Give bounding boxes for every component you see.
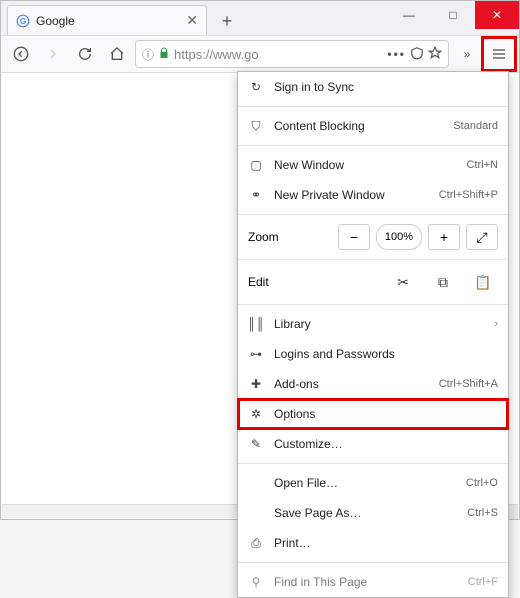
window-icon: ▢ bbox=[248, 158, 264, 172]
svg-text:G: G bbox=[20, 16, 26, 25]
menu-open-file[interactable]: Open File… Ctrl+O bbox=[238, 468, 508, 498]
reload-button[interactable] bbox=[71, 40, 99, 68]
shield-icon: ⛉ bbox=[248, 119, 264, 134]
new-tab-button[interactable]: + bbox=[213, 7, 241, 35]
lock-icon[interactable] bbox=[158, 47, 170, 62]
menu-new-private-window[interactable]: ⚭ New Private Window Ctrl+Shift+P bbox=[238, 180, 508, 210]
tab-title: Google bbox=[36, 14, 186, 28]
menu-library[interactable]: ║║ Library › bbox=[238, 309, 508, 339]
maximize-button[interactable]: □ bbox=[431, 1, 475, 29]
zoom-in-button[interactable]: + bbox=[428, 224, 460, 250]
gear-icon: ✲ bbox=[248, 407, 264, 421]
menu-label: Logins and Passwords bbox=[274, 347, 498, 361]
menu-label: Options bbox=[274, 407, 498, 421]
menu-shortcut: Ctrl+O bbox=[466, 477, 498, 489]
menu-label: New Window bbox=[274, 158, 457, 172]
app-menu-button[interactable] bbox=[485, 40, 513, 68]
menu-shortcut: Ctrl+Shift+A bbox=[439, 378, 498, 390]
bookmark-star-icon[interactable] bbox=[428, 46, 442, 63]
copy-button[interactable]: ⧉ bbox=[428, 269, 458, 295]
url-text: https://www.go bbox=[174, 47, 383, 62]
app-menu: ↻ Sign in to Sync ⛉ Content Blocking Sta… bbox=[237, 71, 509, 598]
menu-addons[interactable]: ✚ Add-ons Ctrl+Shift+A bbox=[238, 369, 508, 399]
browser-window: — □ ✕ G Google ✕ + ⓘ https://www.go ••• … bbox=[0, 0, 520, 520]
menu-label: New Private Window bbox=[274, 188, 429, 202]
menu-options[interactable]: ✲ Options bbox=[238, 399, 508, 429]
page-actions-icon[interactable]: ••• bbox=[387, 47, 406, 61]
menu-label: Open File… bbox=[274, 476, 456, 490]
back-button[interactable] bbox=[7, 40, 35, 68]
zoom-percent[interactable]: 100% bbox=[376, 224, 422, 250]
sync-icon: ↻ bbox=[248, 80, 264, 94]
google-favicon-icon: G bbox=[16, 14, 30, 28]
minimize-button[interactable]: — bbox=[387, 1, 431, 29]
menu-zoom-row: Zoom − 100% + ⤢ bbox=[238, 219, 508, 255]
menu-save-page[interactable]: Save Page As… Ctrl+S bbox=[238, 498, 508, 528]
menu-label: Print… bbox=[274, 536, 498, 550]
search-icon: ⚲ bbox=[248, 575, 264, 589]
menu-label: Save Page As… bbox=[274, 506, 457, 520]
site-info-icon[interactable]: ⓘ bbox=[142, 46, 154, 63]
chevron-right-icon: › bbox=[494, 318, 498, 330]
menu-sign-in-sync[interactable]: ↻ Sign in to Sync bbox=[238, 72, 508, 102]
menu-separator bbox=[238, 562, 508, 563]
cut-button[interactable]: ✂ bbox=[388, 269, 418, 295]
menu-separator bbox=[238, 463, 508, 464]
tab-google[interactable]: G Google ✕ bbox=[7, 5, 207, 35]
navigation-toolbar: ⓘ https://www.go ••• » bbox=[1, 35, 519, 73]
menu-label: Library bbox=[274, 317, 484, 331]
menu-logins[interactable]: ⊶ Logins and Passwords bbox=[238, 339, 508, 369]
menu-content-blocking[interactable]: ⛉ Content Blocking Standard bbox=[238, 111, 508, 141]
zoom-label: Zoom bbox=[248, 230, 294, 244]
menu-label: Customize… bbox=[274, 437, 498, 451]
forward-button[interactable] bbox=[39, 40, 67, 68]
menu-label: Sign in to Sync bbox=[274, 80, 498, 94]
mask-icon: ⚭ bbox=[248, 188, 264, 202]
menu-meta: Standard bbox=[453, 120, 498, 132]
paint-icon: ✎ bbox=[248, 437, 264, 451]
menu-shortcut: Ctrl+F bbox=[468, 576, 498, 588]
overflow-button[interactable]: » bbox=[453, 40, 481, 68]
close-tab-button[interactable]: ✕ bbox=[186, 12, 198, 29]
address-bar[interactable]: ⓘ https://www.go ••• bbox=[135, 40, 449, 68]
fullscreen-button[interactable]: ⤢ bbox=[466, 224, 498, 250]
paste-button[interactable]: 📋 bbox=[468, 269, 498, 295]
menu-customize[interactable]: ✎ Customize… bbox=[238, 429, 508, 459]
menu-shortcut: Ctrl+Shift+P bbox=[439, 189, 498, 201]
zoom-out-button[interactable]: − bbox=[338, 224, 370, 250]
key-icon: ⊶ bbox=[248, 347, 264, 361]
menu-new-window[interactable]: ▢ New Window Ctrl+N bbox=[238, 150, 508, 180]
menu-separator bbox=[238, 259, 508, 260]
menu-label: Find in This Page bbox=[274, 575, 458, 589]
window-controls: — □ ✕ bbox=[387, 1, 519, 29]
pocket-icon[interactable] bbox=[410, 46, 424, 63]
menu-label: Add-ons bbox=[274, 377, 429, 391]
menu-separator bbox=[238, 106, 508, 107]
home-button[interactable] bbox=[103, 40, 131, 68]
menu-print[interactable]: ⎙ Print… bbox=[238, 528, 508, 558]
menu-label: Content Blocking bbox=[274, 119, 443, 133]
menu-find[interactable]: ⚲ Find in This Page Ctrl+F bbox=[238, 567, 508, 597]
edit-label: Edit bbox=[248, 275, 378, 289]
menu-separator bbox=[238, 304, 508, 305]
library-icon: ║║ bbox=[248, 317, 264, 331]
close-window-button[interactable]: ✕ bbox=[475, 1, 519, 29]
menu-shortcut: Ctrl+S bbox=[467, 507, 498, 519]
menu-edit-row: Edit ✂ ⧉ 📋 bbox=[238, 264, 508, 300]
menu-shortcut: Ctrl+N bbox=[467, 159, 498, 171]
menu-separator bbox=[238, 145, 508, 146]
puzzle-icon: ✚ bbox=[248, 377, 264, 391]
print-icon: ⎙ bbox=[248, 536, 264, 551]
menu-separator bbox=[238, 214, 508, 215]
